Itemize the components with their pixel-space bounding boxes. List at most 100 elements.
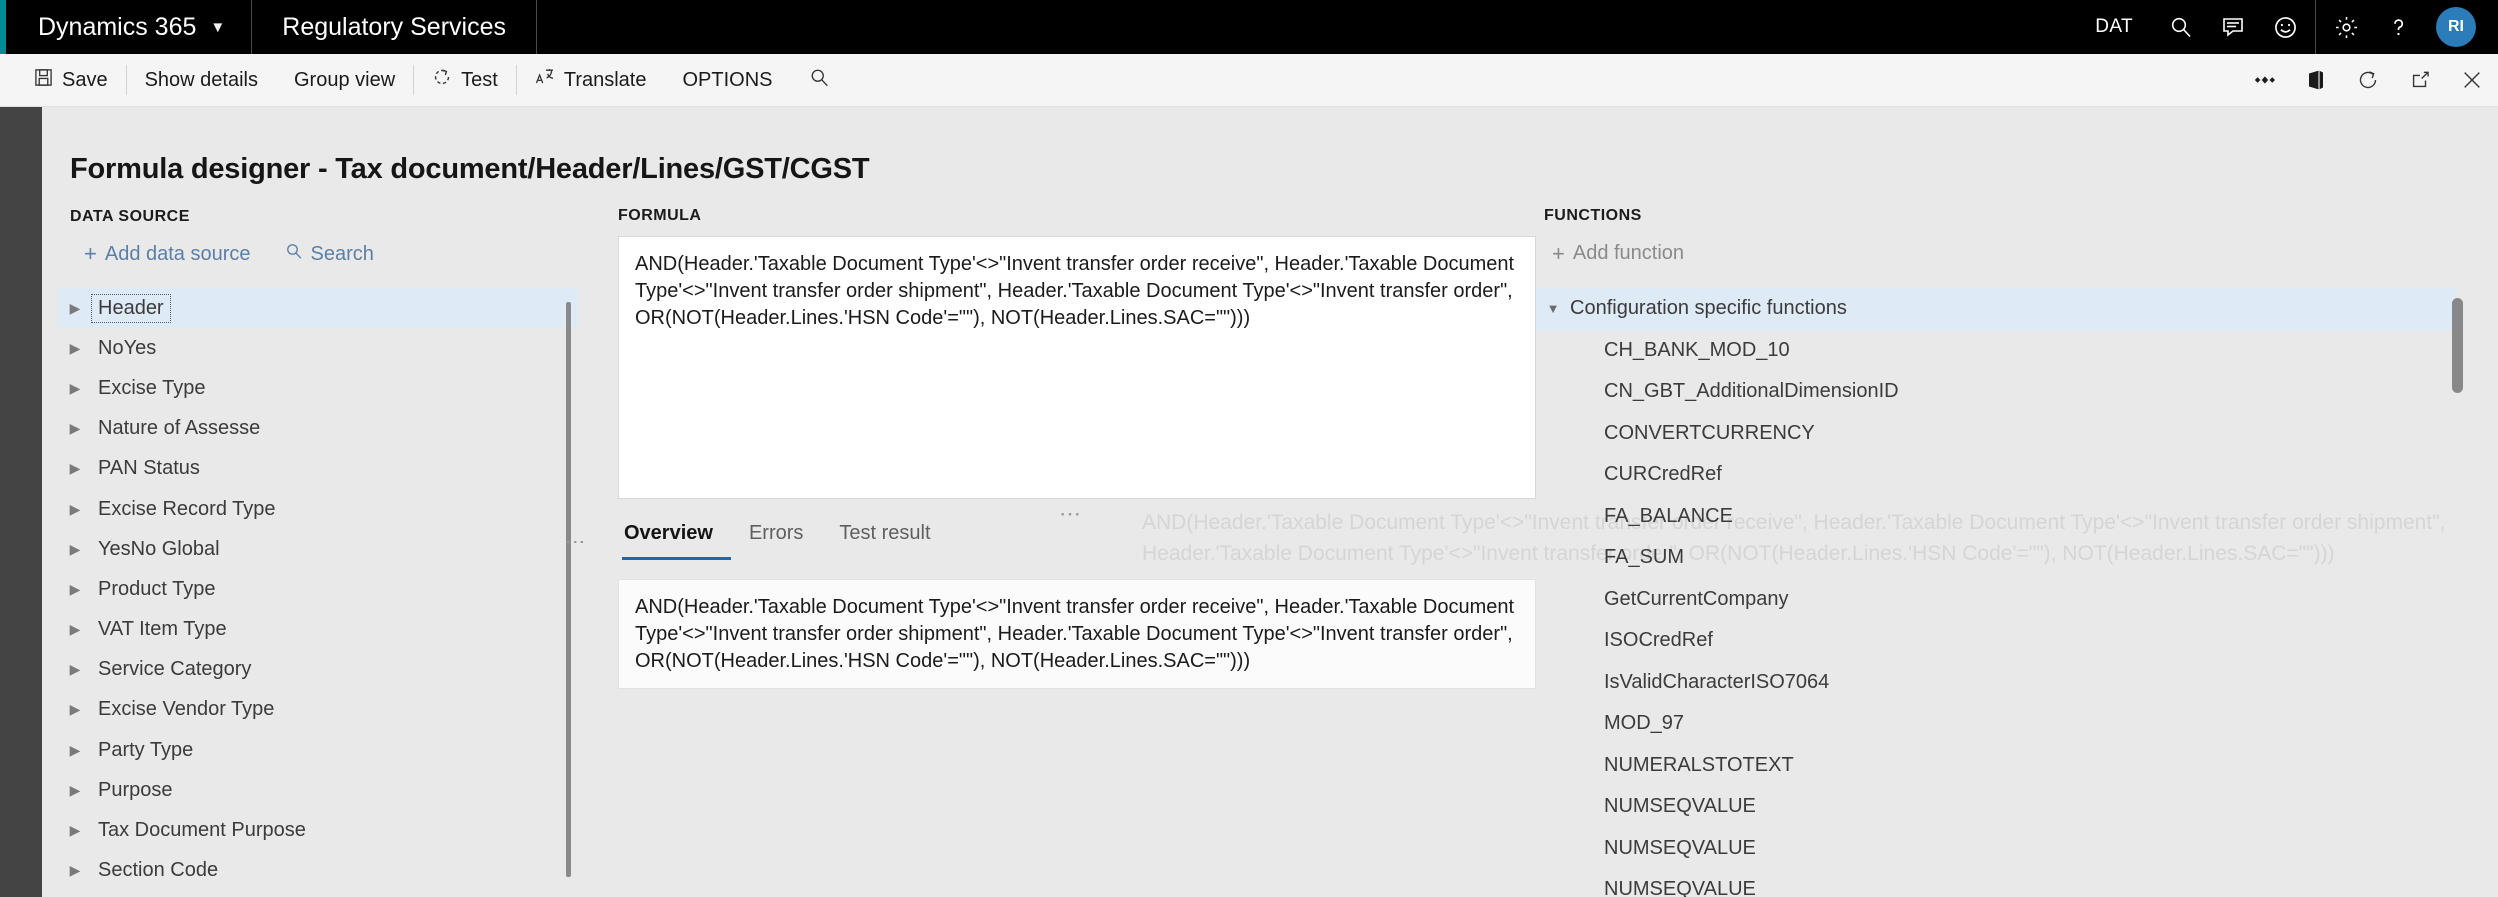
- tree-item-excise-record-type[interactable]: ▶ Excise Record Type: [58, 489, 578, 529]
- diamonds-icon[interactable]: [2238, 54, 2290, 107]
- chevron-right-icon[interactable]: ▶: [58, 501, 92, 518]
- function-item[interactable]: FA_SUM: [1536, 537, 2456, 579]
- function-item[interactable]: CH_BANK_MOD_10: [1536, 330, 2456, 372]
- refresh-icon[interactable]: [2342, 54, 2394, 107]
- tree-item-vat-item-type[interactable]: ▶ VAT Item Type: [58, 610, 578, 650]
- tree-item-noyes[interactable]: ▶ NoYes: [58, 328, 578, 368]
- panel-splitter[interactable]: [566, 302, 571, 877]
- tab-test-result[interactable]: Test result: [821, 522, 948, 560]
- data-source-search-button[interactable]: Search: [285, 242, 374, 266]
- tree-item-yesno-global[interactable]: ▶ YesNo Global: [58, 529, 578, 569]
- tree-item-service-category[interactable]: ▶ Service Category: [58, 650, 578, 690]
- tab-errors[interactable]: Errors: [731, 522, 821, 560]
- feedback-icon[interactable]: [2207, 0, 2259, 54]
- tree-item-header[interactable]: ▶ Header: [58, 288, 578, 329]
- avatar[interactable]: RI: [2436, 7, 2476, 47]
- chevron-right-icon[interactable]: ▶: [58, 460, 92, 477]
- tree-item-pan-status[interactable]: ▶ PAN Status: [58, 449, 578, 489]
- add-data-source-button[interactable]: + Add data source: [84, 243, 251, 266]
- close-icon[interactable]: [2446, 54, 2498, 107]
- splitter-grip-dots[interactable]: ⋮: [564, 532, 586, 554]
- function-item[interactable]: MOD_97: [1536, 703, 2456, 745]
- chevron-right-icon[interactable]: ▶: [58, 862, 92, 879]
- test-button[interactable]: Test: [414, 62, 516, 98]
- function-item[interactable]: GetCurrentCompany: [1536, 579, 2456, 621]
- tree-item-product-type[interactable]: ▶ Product Type: [58, 569, 578, 609]
- formula-editor[interactable]: AND(Header.'Taxable Document Type'<>"Inv…: [618, 236, 1536, 499]
- tree-item-party-type[interactable]: ▶ Party Type: [58, 730, 578, 770]
- chevron-right-icon[interactable]: ▶: [58, 621, 92, 638]
- nav-divider: [2315, 0, 2316, 54]
- brand-menu[interactable]: Dynamics 365 ▼: [6, 0, 253, 54]
- tree-item-excise-vendor-type[interactable]: ▶ Excise Vendor Type: [58, 690, 578, 730]
- function-item[interactable]: CONVERTCURRENCY: [1536, 413, 2456, 455]
- function-item[interactable]: NUMSEQVALUE: [1536, 786, 2456, 828]
- office-icon[interactable]: [2290, 54, 2342, 107]
- overview-result-box: AND(Header.'Taxable Document Type'<>"Inv…: [618, 579, 1536, 689]
- function-item[interactable]: ISOCredRef: [1536, 620, 2456, 662]
- tree-item-tax-document-purpose[interactable]: ▶ Tax Document Purpose: [58, 810, 578, 850]
- translate-button[interactable]: Translate: [517, 62, 665, 98]
- tree-item-nature-of-assesse[interactable]: ▶ Nature of Assesse: [58, 409, 578, 449]
- chevron-down-icon[interactable]: ▼: [1536, 301, 1570, 316]
- chevron-right-icon[interactable]: ▶: [58, 420, 92, 437]
- module-name[interactable]: Regulatory Services: [252, 0, 537, 54]
- function-item[interactable]: FA_BALANCE: [1536, 496, 2456, 538]
- functions-scrollbar-thumb[interactable]: [2452, 298, 2463, 393]
- function-item[interactable]: CN_GBT_AdditionalDimensionID: [1536, 371, 2456, 413]
- chevron-right-icon[interactable]: ▶: [58, 661, 92, 678]
- function-item[interactable]: NUMERALSTOTEXT: [1536, 745, 2456, 787]
- brand-label: Dynamics 365: [38, 12, 197, 41]
- function-item-label: NUMSEQVALUE: [1604, 795, 1756, 818]
- chevron-right-icon[interactable]: ▶: [58, 822, 92, 839]
- chevron-right-icon[interactable]: ▶: [58, 581, 92, 598]
- data-source-caption: DATA SOURCE: [70, 208, 190, 225]
- chevron-right-icon[interactable]: ▶: [58, 340, 92, 357]
- help-icon[interactable]: [2372, 0, 2424, 54]
- nav-right-group: DAT RI: [2073, 0, 2498, 54]
- page-title: Formula designer - Tax document/Header/L…: [70, 153, 870, 185]
- tab-overview[interactable]: Overview: [622, 522, 731, 560]
- tree-item-excise-type[interactable]: ▶ Excise Type: [58, 368, 578, 408]
- function-item-label: GetCurrentCompany: [1604, 587, 1789, 610]
- tree-item-purpose[interactable]: ▶ Purpose: [58, 770, 578, 810]
- options-label: OPTIONS: [682, 68, 773, 91]
- command-bar: Save Show details Group view Test Transl…: [0, 54, 2498, 107]
- chevron-right-icon[interactable]: ▶: [58, 380, 92, 397]
- formula-resize-grip[interactable]: ⋯: [1059, 501, 1084, 527]
- chevron-right-icon[interactable]: ▶: [58, 742, 92, 759]
- function-item[interactable]: NUMSEQVALUE: [1536, 869, 2456, 897]
- data-source-tree[interactable]: ▶ Header ▶ NoYes ▶ Excise Type ▶ Nature …: [58, 288, 578, 891]
- tree-item-label: Excise Record Type: [98, 497, 276, 520]
- function-item[interactable]: NUMSEQVALUE: [1536, 828, 2456, 870]
- smiley-icon[interactable]: [2259, 0, 2311, 54]
- function-item[interactable]: CURCredRef: [1536, 454, 2456, 496]
- chevron-right-icon[interactable]: ▶: [58, 701, 92, 718]
- functions-scrollbar-track[interactable]: [2452, 288, 2464, 888]
- options-button[interactable]: OPTIONS: [664, 62, 790, 98]
- avatar-initials: RI: [2448, 18, 2464, 35]
- function-group-configuration-specific[interactable]: ▼ Configuration specific functions: [1536, 288, 2456, 330]
- add-function-button[interactable]: + Add function: [1552, 242, 1684, 265]
- tree-item-section-code[interactable]: ▶ Section Code: [58, 851, 578, 891]
- function-item[interactable]: IsValidCharacterISO7064: [1536, 662, 2456, 704]
- function-item-label: CONVERTCURRENCY: [1604, 421, 1815, 444]
- functions-tree[interactable]: ▼ Configuration specific functions CH_BA…: [1536, 288, 2456, 897]
- function-item-label: MOD_97: [1604, 712, 1685, 735]
- tree-item-label: Service Category: [98, 658, 252, 681]
- command-search-button[interactable]: [791, 62, 848, 98]
- show-details-button[interactable]: Show details: [127, 62, 276, 98]
- company-label[interactable]: DAT: [2073, 16, 2155, 38]
- chevron-right-icon[interactable]: ▶: [58, 782, 92, 799]
- tree-item-label: Section Code: [98, 859, 219, 882]
- function-item-label: NUMERALSTOTEXT: [1604, 753, 1794, 776]
- tree-item-label: Purpose: [98, 778, 173, 801]
- chevron-down-icon[interactable]: ▼: [210, 19, 225, 36]
- chevron-right-icon[interactable]: ▶: [58, 300, 92, 317]
- gear-icon[interactable]: [2320, 0, 2372, 54]
- group-view-button[interactable]: Group view: [276, 62, 413, 98]
- save-button[interactable]: Save: [16, 62, 126, 98]
- popout-icon[interactable]: [2394, 54, 2446, 107]
- chevron-right-icon[interactable]: ▶: [58, 541, 92, 558]
- search-icon[interactable]: [2155, 0, 2207, 54]
